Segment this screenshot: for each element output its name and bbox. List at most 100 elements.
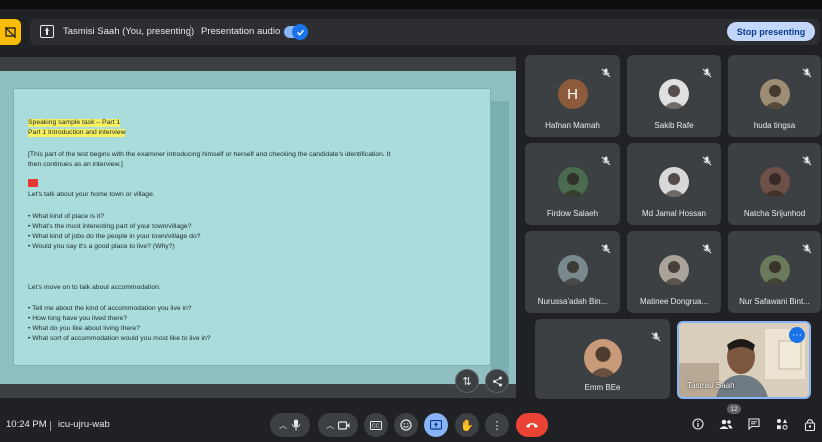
- participant-tile[interactable]: Nurussa'adah Bin...: [525, 231, 620, 313]
- avatar: [583, 339, 622, 377]
- info-icon: [692, 418, 704, 430]
- participant-tile[interactable]: Nur Safawani Bint...: [728, 231, 821, 313]
- meeting-code: icu-ujru-wab: [58, 419, 110, 430]
- chevron-up-icon: ︿: [326, 420, 334, 430]
- avatar: [557, 255, 588, 285]
- present-screen-icon: [40, 25, 54, 38]
- slide-text-line: then continues as an interview.]: [28, 161, 123, 168]
- avatar: [659, 167, 689, 197]
- mic-off-icon: [802, 153, 812, 166]
- slide-bullet: • What do you like about living there?: [28, 325, 140, 332]
- activities-icon: [777, 419, 788, 430]
- divider: [50, 421, 51, 431]
- slide-frame: Speaking sample task – Part 1 Part 1 Int…: [0, 71, 516, 384]
- reactions-button[interactable]: [394, 413, 418, 437]
- people-button[interactable]: [718, 416, 734, 432]
- slide-bullet: • Would you say it's a good place to liv…: [28, 243, 175, 250]
- more-options-icon[interactable]: ⋯: [789, 327, 805, 343]
- camera-icon: [338, 420, 350, 430]
- slide-text-line: [This part of the test begins with the e…: [28, 151, 391, 158]
- mic-off-icon: [601, 241, 611, 254]
- share-button[interactable]: [485, 369, 509, 393]
- presentation-audio-toggle[interactable]: [284, 24, 308, 40]
- presenter-label: Tasmisi Saah (You, presenting): [63, 26, 195, 37]
- presentation-off-icon: [5, 26, 16, 38]
- participant-name: Nur Safawani Bint...: [739, 297, 810, 306]
- host-controls-button[interactable]: [802, 416, 818, 432]
- avatar: [759, 79, 790, 109]
- swap-layout-button[interactable]: ⇅: [455, 369, 479, 393]
- participant-tile[interactable]: Md Jamal Hossan: [627, 143, 721, 225]
- red-marker: [28, 179, 38, 187]
- participant-tile[interactable]: H Hafnan Mamah: [525, 55, 620, 137]
- divider: [190, 25, 191, 39]
- participant-tile[interactable]: Natcha Srijunhod: [728, 143, 821, 225]
- participant-tile[interactable]: Sakib Rafe: [627, 55, 721, 137]
- participant-name: Hafnan Mamah: [545, 121, 600, 130]
- mic-off-icon: [802, 65, 812, 78]
- microphone-control[interactable]: ︿: [270, 413, 310, 437]
- slide-subtitle: Part 1 Introduction and interview: [28, 129, 126, 138]
- captions-button[interactable]: CC: [364, 413, 388, 437]
- mic-off-icon: [702, 241, 712, 254]
- raise-hand-button[interactable]: ✋: [455, 413, 479, 437]
- avatar: [759, 167, 790, 197]
- slide-bullet: • What kind of jobs do the people in you…: [28, 233, 201, 240]
- participant-name: Matinee Dongrua...: [639, 297, 709, 306]
- more-vertical-icon: ⋮: [491, 419, 503, 432]
- hand-icon: ✋: [460, 419, 474, 432]
- participant-tile[interactable]: Firdow Salaeh: [525, 143, 620, 225]
- mic-off-icon: [651, 329, 661, 342]
- stop-presenting-button[interactable]: Stop presenting: [727, 22, 815, 41]
- presentation-audio-label: Presentation audio: [201, 26, 281, 37]
- captions-icon: CC: [370, 420, 382, 430]
- activities-button[interactable]: [774, 416, 790, 432]
- avatar: [659, 79, 689, 109]
- avatar: [659, 255, 689, 285]
- mic-off-icon: [601, 65, 611, 78]
- chat-icon: [748, 418, 760, 430]
- top-stripe: [0, 0, 822, 9]
- leave-call-button[interactable]: [516, 413, 548, 437]
- clock: 10:24 PM: [6, 419, 47, 430]
- share-icon: [492, 376, 502, 386]
- checkmark-icon: [292, 24, 308, 40]
- participant-name: Firdow Salaeh: [546, 209, 599, 218]
- chevron-up-icon: ︿: [279, 420, 287, 430]
- emoji-icon: [400, 419, 412, 431]
- slide-text-line: Let's talk about your home town or villa…: [28, 191, 155, 198]
- swap-arrows-icon: ⇅: [462, 375, 472, 388]
- slide-bullet: • What's the most interesting part of yo…: [28, 223, 192, 230]
- top-bar: Tasmisi Saah (You, presenting) Presentat…: [0, 0, 822, 50]
- meeting-details-button[interactable]: [690, 416, 706, 432]
- avatar: [557, 167, 588, 197]
- present-now-button[interactable]: [424, 413, 448, 437]
- avatar: [759, 255, 790, 285]
- chat-button[interactable]: [746, 416, 762, 432]
- camera-control[interactable]: ︿: [318, 413, 358, 437]
- mic-off-icon: [702, 65, 712, 78]
- phone-hangup-icon: [526, 423, 538, 428]
- slide-bullet: • How long have you lived there?: [28, 315, 128, 322]
- bottom-bar: 10:24 PM icu-ujru-wab ︿ ︿ CC ✋ ⋮: [0, 403, 822, 442]
- stage-bottom: [0, 384, 516, 398]
- slide-text-line: Let's move on to talk about accommodatio…: [28, 284, 161, 291]
- participant-tile[interactable]: huda tingsa: [728, 55, 821, 137]
- slide-edge: [491, 101, 509, 384]
- participant-name: Nurussa'adah Bin...: [537, 297, 608, 306]
- self-name-label: Tasmisi Saah: [687, 381, 735, 390]
- participant-name: Sakib Rafe: [654, 121, 694, 130]
- more-options-button[interactable]: ⋮: [485, 413, 509, 437]
- presentation-stage: Speaking sample task – Part 1 Part 1 Int…: [0, 57, 516, 398]
- lock-person-icon: [804, 418, 816, 431]
- slide-bullet: • What kind of place is it?: [28, 213, 105, 220]
- activities-button[interactable]: [0, 19, 21, 45]
- self-video-tile[interactable]: ⋯ Tasmisi Saah: [677, 321, 811, 399]
- participant-name: Natcha Srijunhod: [743, 209, 806, 218]
- people-count-badge: 12: [727, 404, 741, 414]
- participant-tile[interactable]: Matinee Dongrua...: [627, 231, 721, 313]
- participant-name: huda tingsa: [753, 121, 796, 130]
- svg-text:CC: CC: [372, 423, 380, 429]
- presenting-banner: Tasmisi Saah (You, presenting) Presentat…: [30, 19, 820, 45]
- participant-tile[interactable]: Emm BEe: [535, 319, 670, 399]
